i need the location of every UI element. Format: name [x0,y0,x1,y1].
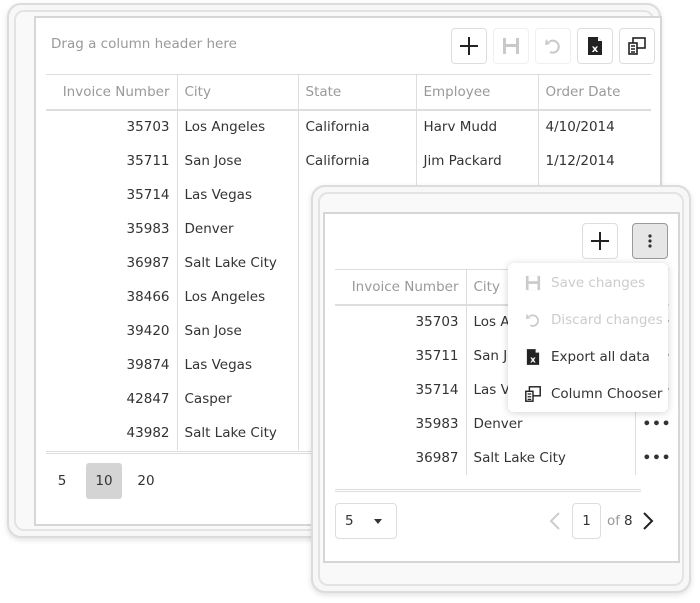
cell-city[interactable]: Salt Lake City [176,245,298,280]
cell-invoice[interactable]: 36987 [46,246,177,280]
page-size-value: 5 [345,513,354,529]
header-row: Invoice Number City State Employee Order… [46,74,651,111]
page-of-label: of [607,513,621,529]
save-icon [503,38,519,54]
cell-city[interactable]: Salt Lake City [176,415,298,450]
chevron-right-icon [642,512,654,530]
cell-city[interactable]: Las Vegas [176,347,298,382]
row-actions-button[interactable]: ••• [634,440,669,475]
svg-text:x: x [530,355,536,365]
cell-invoice[interactable]: 35983 [46,212,177,246]
prev-page-button[interactable] [544,511,566,531]
cell-invoice[interactable]: 39874 [46,348,177,382]
cell-employee[interactable]: Harv Mudd [415,109,538,144]
undo-icon [524,311,542,329]
column-header-employee[interactable]: Employee [415,74,538,111]
next-page-button[interactable] [637,511,659,531]
cell-city[interactable]: Salt Lake City [465,440,635,475]
undo-icon [545,39,560,54]
cell-invoice[interactable]: 36987 [335,441,466,475]
cell-invoice[interactable]: 35983 [335,407,466,441]
plus-icon [591,232,609,250]
menu-item-label: Save changes [551,274,646,291]
table-row[interactable]: 36987 Salt Lake City ••• [335,440,669,475]
add-row-button[interactable] [451,28,487,64]
column-chooser-button[interactable] [619,28,655,64]
column-header-invoice-number[interactable]: Invoice Number [335,269,466,306]
cell-city[interactable]: Las Vegas [176,177,298,212]
menu-item-save-changes[interactable]: Save changes [508,264,668,301]
menu-item-label: Column Chooser [551,385,663,402]
cell-state[interactable]: California [297,109,416,144]
column-header-invoice-number[interactable]: Invoice Number [46,74,177,111]
cell-city[interactable]: Denver [176,211,298,246]
cell-invoice[interactable]: 39420 [46,314,177,348]
svg-text:x: x [592,44,599,55]
cell-invoice[interactable]: 38466 [46,280,177,314]
table-row[interactable]: 35703 Los Angeles California Harv Mudd 4/10/… [46,109,651,144]
cell-city[interactable]: Los Angeles [176,109,298,144]
small-grid-toolbar [582,223,668,259]
caret-down-icon [374,519,382,524]
cell-state[interactable]: California [297,143,416,178]
column-header-city[interactable]: City [176,74,298,111]
revert-button[interactable] [535,28,571,64]
menu-item-label: Discard changes [551,311,663,328]
toolbar-overflow-menu-button[interactable] [632,223,668,259]
page-navigator: 1 of 8 [544,503,659,539]
cell-invoice[interactable]: 42847 [46,382,177,416]
cell-invoice[interactable]: 35703 [46,110,177,144]
save-button[interactable] [493,28,529,64]
page-size-10[interactable]: 10 [86,463,122,499]
export-button[interactable]: x [577,28,613,64]
cell-city[interactable]: Los Angeles [176,279,298,314]
cell-invoice[interactable]: 35711 [335,339,466,373]
menu-item-discard-changes[interactable]: Discard changes [508,301,668,338]
excel-export-icon: x [588,37,602,55]
cell-city[interactable]: Casper [176,381,298,416]
cell-city[interactable]: San Jose [176,143,298,178]
cell-city[interactable]: San Jose [176,313,298,348]
cell-invoice[interactable]: 35703 [335,305,466,339]
cell-invoice[interactable]: 35714 [46,178,177,212]
cell-employee[interactable]: Jim Packard [415,143,538,178]
cell-invoice[interactable]: 43982 [46,416,177,450]
cell-invoice[interactable]: 35711 [46,144,177,178]
cell-date[interactable]: 1/12/2014 [537,143,651,178]
column-chooser-icon [628,37,646,55]
page-number-input[interactable]: 1 [572,503,601,539]
menu-item-export-all-data[interactable]: x Export all data [508,338,668,375]
cell-invoice[interactable]: 35714 [335,373,466,407]
page-size-20[interactable]: 20 [128,463,164,499]
column-header-state[interactable]: State [297,74,416,111]
chevron-left-icon [549,512,560,530]
toolbar-overflow-menu: Save changes Discard changes x Export al… [508,263,668,412]
table-row[interactable]: 35711 San Jose California Jim Packard 1/12/2… [46,143,651,178]
vertical-ellipsis-icon [648,234,652,248]
add-row-button[interactable] [582,223,618,259]
grid-toolbar: x [451,28,655,64]
column-chooser-icon [524,385,542,403]
plus-icon [460,37,478,55]
cell-date[interactable]: 4/10/2014 [537,109,651,144]
page-size-selector: 5 10 20 [44,463,164,499]
menu-item-label: Export all data [551,348,650,365]
group-panel-hint[interactable]: Drag a column header here [51,36,237,52]
column-header-order-date[interactable]: Order Date [537,74,651,111]
page-size-5[interactable]: 5 [44,463,80,499]
page-size-select[interactable]: 5 [335,503,397,539]
excel-export-icon: x [524,348,542,366]
page-total: 8 [624,513,633,529]
save-icon [524,274,542,292]
grid-bottom-border [335,489,641,492]
menu-item-column-chooser[interactable]: Column Chooser [508,375,668,412]
